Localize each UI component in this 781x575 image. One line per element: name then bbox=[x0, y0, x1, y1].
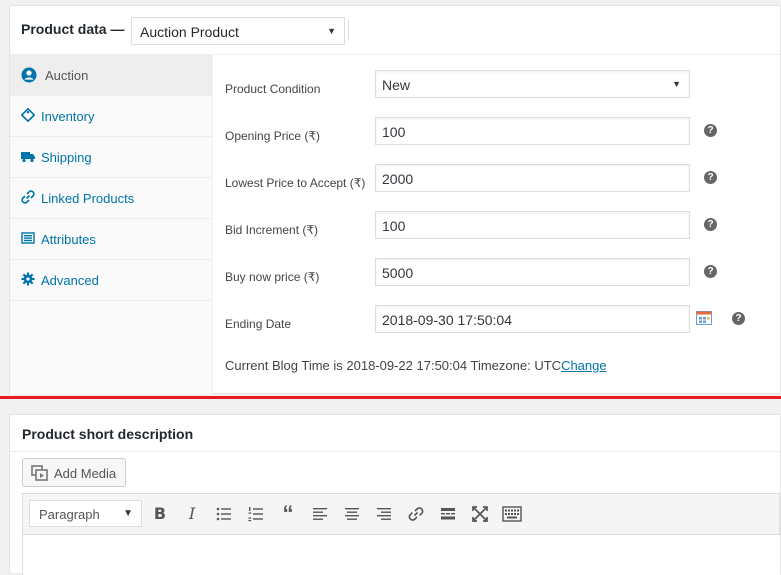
chevron-down-icon: ▼ bbox=[672, 79, 681, 89]
product-condition-select[interactable]: New ▼ bbox=[375, 70, 690, 98]
add-media-button[interactable]: Add Media bbox=[22, 458, 126, 487]
help-icon[interactable]: ? bbox=[704, 124, 717, 137]
bid-increment-input[interactable]: 100 bbox=[375, 211, 690, 239]
divider bbox=[348, 20, 349, 40]
gear-icon bbox=[21, 272, 37, 288]
format-select[interactable]: Paragraph ▼ bbox=[29, 500, 142, 527]
field-lowest-price: Lowest Price to Accept (₹) 2000 ? bbox=[214, 164, 780, 211]
tab-inventory-label: Inventory bbox=[41, 109, 95, 124]
product-type-select[interactable]: Auction Product ▼ bbox=[131, 17, 345, 45]
product-data-tabs: Auction Inventory Shipping Linked Produc… bbox=[10, 55, 213, 394]
link-icon bbox=[21, 190, 37, 206]
short-description-editor[interactable] bbox=[22, 535, 780, 575]
add-media-label: Add Media bbox=[54, 466, 117, 481]
blog-time-value: 2018-09-22 17:50:04 bbox=[346, 358, 468, 373]
editor-toolbar: Paragraph ▼ B I “ bbox=[22, 493, 780, 535]
tab-attributes[interactable]: Attributes bbox=[10, 219, 213, 260]
link-icon[interactable] bbox=[405, 503, 427, 525]
chevron-down-icon: ▼ bbox=[327, 26, 336, 36]
auction-icon bbox=[21, 67, 37, 83]
tab-attributes-label: Attributes bbox=[41, 232, 96, 247]
align-left-icon[interactable] bbox=[309, 503, 331, 525]
tab-linked-products[interactable]: Linked Products bbox=[10, 178, 213, 219]
align-center-icon[interactable] bbox=[341, 503, 363, 525]
tab-shipping-label: Shipping bbox=[41, 150, 92, 165]
short-description-panel: Product short description Add Media Para… bbox=[9, 414, 781, 575]
fullscreen-icon[interactable] bbox=[469, 503, 491, 525]
tab-auction-label: Auction bbox=[45, 68, 89, 83]
divider bbox=[10, 451, 780, 452]
help-icon[interactable]: ? bbox=[704, 218, 717, 231]
numbered-list-icon[interactable] bbox=[245, 503, 267, 525]
format-select-value: Paragraph bbox=[39, 507, 100, 522]
lowest-price-input[interactable]: 2000 bbox=[375, 164, 690, 192]
bold-icon[interactable]: B bbox=[149, 503, 171, 525]
field-ending-date: Ending Date 2018-09-30 17:50:04 ? bbox=[214, 305, 780, 352]
buy-now-price-input[interactable]: 5000 bbox=[375, 258, 690, 286]
current-blog-time: Current Blog Time is 2018-09-22 17:50:04… bbox=[225, 358, 607, 373]
opening-price-input[interactable]: 100 bbox=[375, 117, 690, 145]
chevron-down-icon: ▼ bbox=[123, 508, 133, 519]
product-condition-label: Product Condition bbox=[225, 82, 321, 96]
timezone-value: UTC bbox=[534, 358, 562, 373]
calendar-icon[interactable] bbox=[696, 310, 712, 325]
auction-fields: Product Condition New ▼ Opening Price (₹… bbox=[214, 55, 780, 394]
field-buy-now-price: Buy now price (₹) 5000 ? bbox=[214, 258, 780, 305]
field-bid-increment: Bid Increment (₹) 100 ? bbox=[214, 211, 780, 258]
product-data-title: Product data — bbox=[21, 21, 125, 37]
lowest-price-label: Lowest Price to Accept (₹) bbox=[225, 176, 366, 190]
tab-shipping[interactable]: Shipping bbox=[10, 137, 213, 178]
field-product-condition: Product Condition New ▼ bbox=[214, 70, 780, 117]
media-icon bbox=[31, 465, 48, 481]
tab-advanced[interactable]: Advanced bbox=[10, 260, 213, 301]
tab-advanced-label: Advanced bbox=[41, 273, 99, 288]
field-opening-price: Opening Price (₹) 100 ? bbox=[214, 117, 780, 164]
tab-linked-products-label: Linked Products bbox=[41, 191, 135, 206]
blockquote-icon[interactable]: “ bbox=[277, 503, 299, 525]
product-data-header: Product data — Auction Product ▼ bbox=[10, 6, 780, 55]
bullet-list-icon[interactable] bbox=[213, 503, 235, 525]
read-more-icon[interactable] bbox=[437, 503, 459, 525]
toolbar-toggle-icon[interactable] bbox=[501, 503, 523, 525]
opening-price-label: Opening Price (₹) bbox=[225, 129, 321, 143]
product-condition-value: New bbox=[382, 77, 411, 93]
divider bbox=[0, 396, 781, 399]
product-type-value: Auction Product bbox=[140, 24, 239, 40]
align-right-icon[interactable] bbox=[373, 503, 395, 525]
list-icon bbox=[21, 231, 37, 247]
product-data-panel: Product data — Auction Product ▼ Auction… bbox=[9, 5, 781, 394]
blog-time-prefix: Current Blog Time is bbox=[225, 358, 343, 373]
help-icon[interactable]: ? bbox=[704, 265, 717, 278]
change-timezone-link[interactable]: Change bbox=[561, 358, 607, 373]
tab-inventory[interactable]: Inventory bbox=[10, 96, 213, 137]
ending-date-label: Ending Date bbox=[225, 317, 292, 331]
timezone-label: Timezone: bbox=[470, 358, 531, 373]
inventory-tag-icon bbox=[21, 108, 37, 124]
tab-auction[interactable]: Auction bbox=[10, 55, 213, 96]
bid-increment-label: Bid Increment (₹) bbox=[225, 223, 318, 237]
buy-now-price-label: Buy now price (₹) bbox=[225, 270, 320, 284]
help-icon[interactable]: ? bbox=[704, 171, 717, 184]
short-description-title: Product short description bbox=[22, 426, 194, 442]
ending-date-input[interactable]: 2018-09-30 17:50:04 bbox=[375, 305, 690, 333]
truck-icon bbox=[21, 149, 37, 165]
help-icon[interactable]: ? bbox=[732, 312, 745, 325]
italic-icon[interactable]: I bbox=[181, 503, 203, 525]
